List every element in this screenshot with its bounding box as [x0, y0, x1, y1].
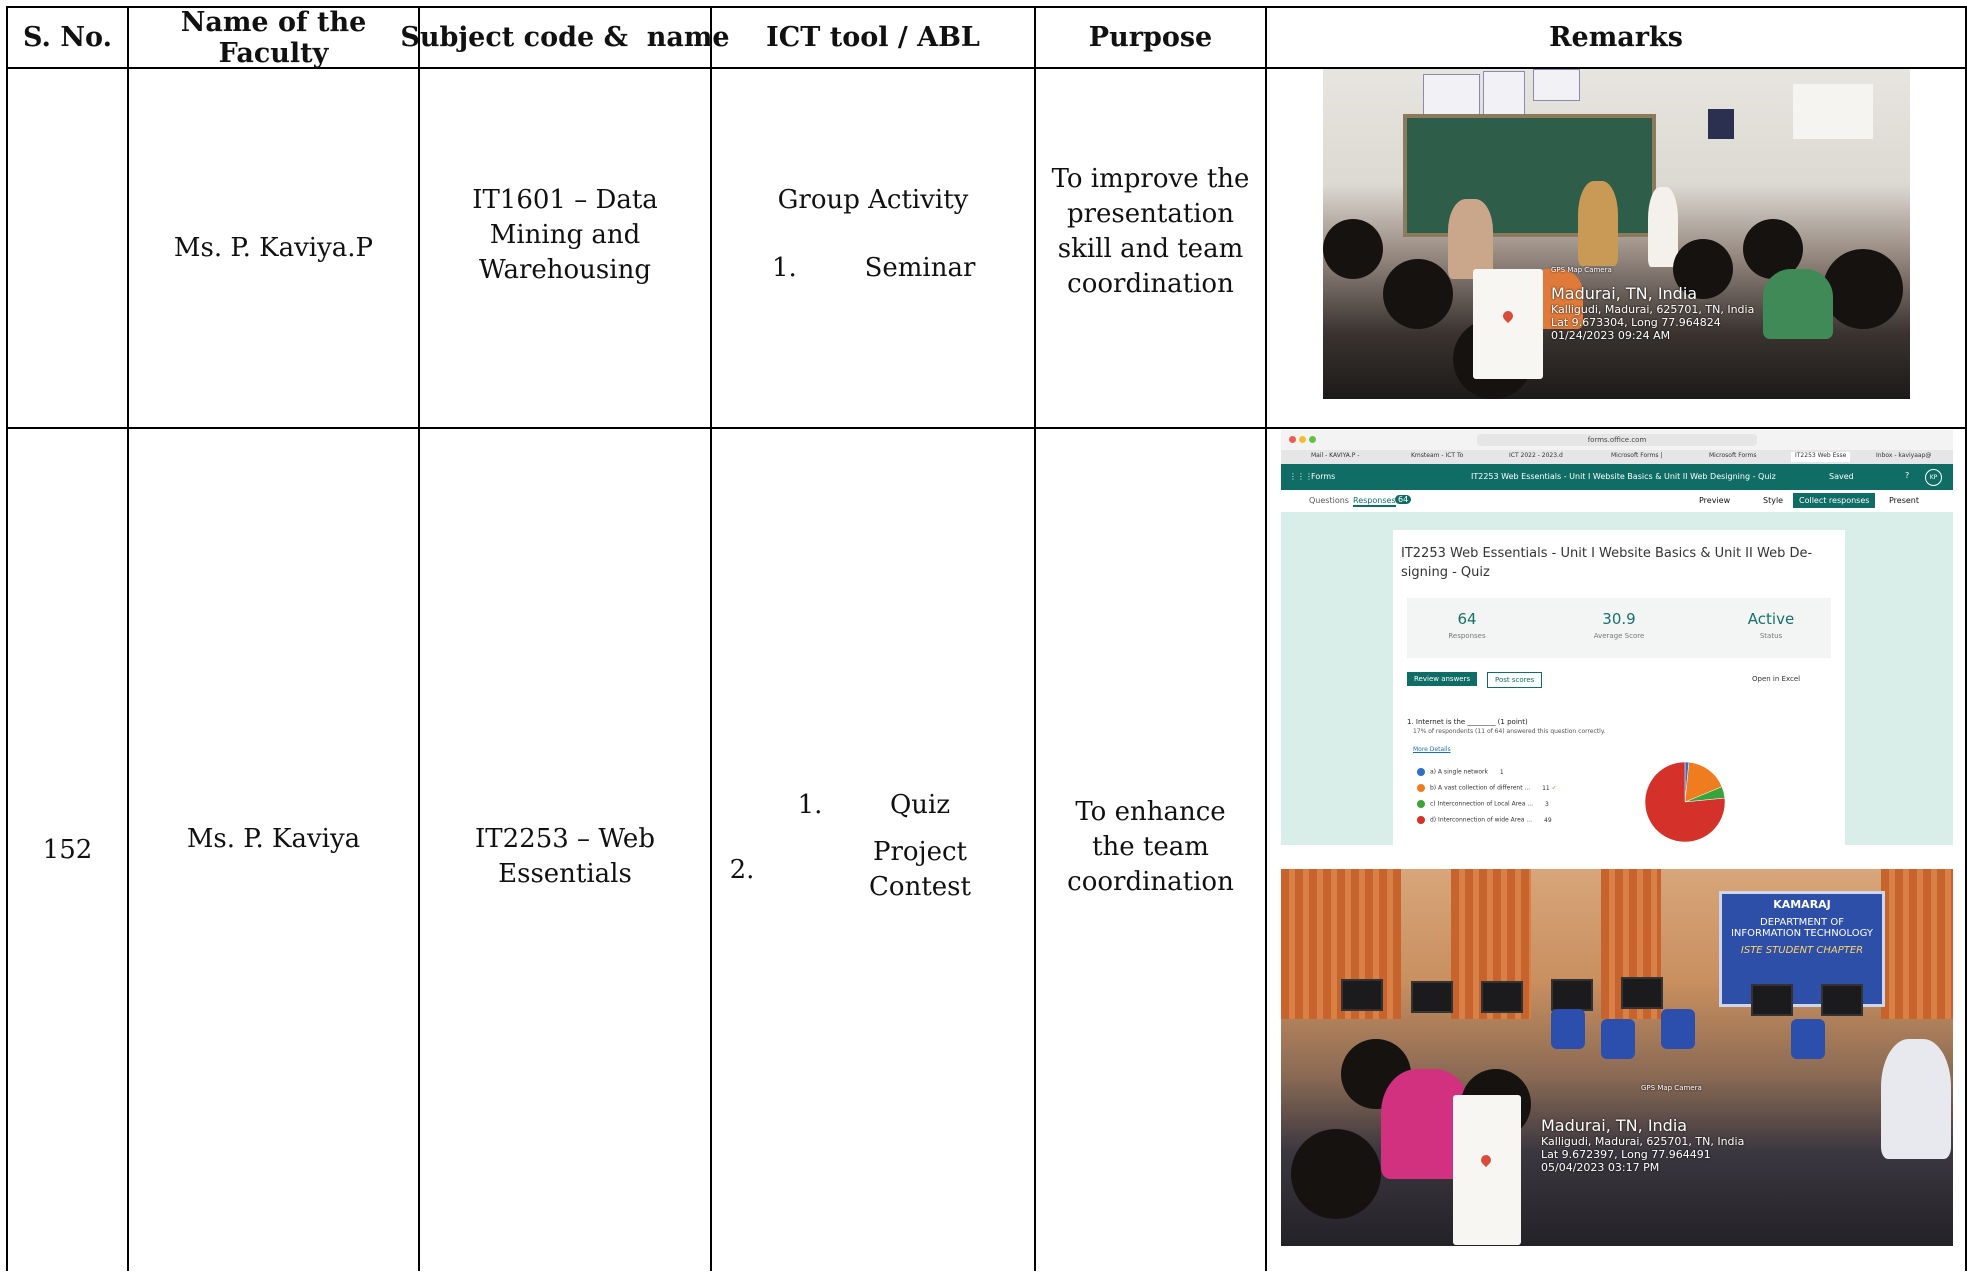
app-launcher-icon[interactable]: ⋮⋮⋮	[1289, 472, 1313, 481]
preview-button[interactable]: Preview	[1699, 496, 1730, 505]
geotag-coords: Lat 9.673304, Long 77.964824	[1551, 316, 1721, 329]
answer-option: d) Interconnection of wide Area ... 49	[1417, 816, 1552, 824]
geotag-address: Kalligudi, Madurai, 625701, TN, India	[1541, 1135, 1745, 1148]
table-border	[1265, 6, 1267, 1271]
ict-item-number: 1.	[797, 789, 823, 820]
legend-dot	[1417, 768, 1425, 776]
geotag-datetime: 05/04/2023 03:17 PM	[1541, 1161, 1660, 1174]
browser-toolbar: forms.office.com	[1281, 430, 1953, 451]
geotag-city: Madurai, TN, India	[1541, 1116, 1688, 1135]
serial-number: 152	[42, 834, 93, 865]
ict-item-label: Seminar	[864, 252, 976, 283]
answer-option: a) A single network 1	[1417, 768, 1504, 776]
legend-dot	[1417, 800, 1425, 808]
review-answers-button[interactable]: Review answers	[1407, 672, 1478, 686]
forms-subbar: Questions Responses 64 Preview Style Col…	[1281, 490, 1953, 512]
browser-tab[interactable]: Mail - KAVIYA.P -	[1311, 452, 1359, 462]
geotag-coords: Lat 9.672397, Long 77.964491	[1541, 1148, 1711, 1161]
tab-questions[interactable]: Questions	[1309, 496, 1349, 505]
map-pin-icon	[1500, 308, 1516, 324]
browser-tab[interactable]: Microsoft Forms	[1709, 452, 1756, 462]
answer-option: b) A vast collection of different ... 11…	[1417, 784, 1557, 792]
header-purpose: Purpose	[1088, 22, 1213, 53]
stat-label: Average Score	[1593, 632, 1645, 640]
faculty-name: Ms. P. Kaviya.P	[173, 232, 374, 263]
stat-value: 30.9	[1602, 610, 1636, 628]
table-border	[418, 6, 420, 1271]
forms-quiz-screenshot: forms.office.com Mail - KAVIYA.P - Kmste…	[1281, 430, 1953, 845]
form-title: IT2253 Web Essentials - Unit I Website B…	[1401, 546, 1813, 580]
style-button[interactable]: Style	[1763, 496, 1783, 505]
subject-name: IT2253 – Web Essentials	[475, 823, 655, 889]
question-text: 1. Internet is the ________ (1 point)	[1407, 718, 1528, 726]
quiz-summary-card: IT2253 Web Essentials - Unit I Website B…	[1393, 530, 1845, 845]
browser-tab[interactable]: Inbox - kaviyaap@	[1876, 452, 1931, 462]
subject-name: IT1601 – Data Mining and Warehousing	[472, 185, 658, 285]
form-doc-title: IT2253 Web Essentials - Unit I Website B…	[1471, 472, 1776, 481]
answer-option: c) Interconnection of Local Area ... 3	[1417, 800, 1549, 808]
ict-item-number: 2.	[729, 854, 755, 885]
map-thumbnail	[1453, 1095, 1521, 1245]
header-remarks: Remarks	[1549, 22, 1683, 53]
stat-label: Responses	[1448, 632, 1486, 640]
stats-panel: 64 Responses 30.9 Average Score Active Stat…	[1407, 598, 1831, 658]
present-button[interactable]: Present	[1889, 496, 1919, 505]
seminar-classroom-photo: GPS Map Camera Madurai, TN, India Kallig…	[1323, 69, 1910, 399]
stat-value: 64	[1457, 610, 1477, 628]
open-in-excel-button[interactable]: Open in Excel	[1745, 672, 1807, 686]
header-subject: Subject code & name	[400, 22, 730, 53]
avatar[interactable]: KP	[1925, 469, 1942, 486]
purpose-text: To enhance the team coordination	[1067, 796, 1234, 897]
project-contest-lab-photo: KAMARAJ DEPARTMENT OF INFORMATION TECHNO…	[1281, 869, 1953, 1246]
stat-value: Active	[1747, 610, 1795, 628]
header-sno: S. No.	[23, 22, 112, 53]
browser-tabs: Mail - KAVIYA.P - Kmsteam - ICT To ICT 2…	[1281, 450, 1953, 464]
more-details-link[interactable]: More Details	[1413, 746, 1451, 753]
ict-item-label: Project Contest	[869, 837, 971, 902]
browser-tab[interactable]: ICT 2022 - 2023.d	[1509, 452, 1563, 462]
app-name[interactable]: Forms	[1311, 472, 1335, 481]
post-scores-button[interactable]: Post scores	[1487, 672, 1543, 688]
browser-tab[interactable]: Microsoft Forms |	[1611, 452, 1662, 462]
browser-tab[interactable]: Kmsteam - ICT To	[1411, 452, 1463, 462]
legend-dot	[1417, 816, 1425, 824]
map-pin-icon	[1478, 1152, 1494, 1168]
responses-badge: 64	[1395, 495, 1412, 504]
question-note: 17% of respondents (11 of 64) answered t…	[1413, 728, 1606, 735]
header-ict-tool: ICT tool / ABL	[766, 22, 980, 53]
map-thumbnail	[1473, 269, 1543, 379]
url-bar[interactable]: forms.office.com	[1477, 434, 1757, 446]
collect-responses-button[interactable]: Collect responses	[1793, 493, 1876, 508]
ict-tool-title: Group Activity	[777, 184, 969, 215]
check-icon: ✓	[1551, 784, 1557, 792]
ict-item-number: 1.	[772, 252, 797, 283]
help-icon[interactable]: ?	[1905, 471, 1909, 480]
faculty-name: Ms. P. Kaviya	[186, 823, 361, 854]
forms-header: ⋮⋮⋮ Forms IT2253 Web Essentials - Unit I…	[1281, 464, 1953, 490]
gps-app-label: GPS Map Camera	[1641, 1084, 1702, 1092]
ict-item-label: Quiz	[889, 789, 951, 820]
gps-app-label: GPS Map Camera	[1551, 266, 1612, 274]
tab-responses[interactable]: Responses	[1353, 496, 1396, 507]
browser-tab-active[interactable]: IT2253 Web Esse	[1791, 452, 1851, 462]
legend-dot	[1417, 784, 1425, 792]
responses-pie-chart	[1644, 761, 1726, 843]
geotag-address: Kalligudi, Madurai, 625701, TN, India	[1551, 303, 1755, 316]
header-faculty: Name of the Faculty	[180, 6, 367, 69]
geotag-datetime: 01/24/2023 09:24 AM	[1551, 329, 1671, 342]
stat-label: Status	[1759, 632, 1783, 640]
saved-status: Saved	[1829, 472, 1854, 481]
purpose-text: To improve the presentation skill and te…	[1051, 163, 1250, 299]
geotag-city: Madurai, TN, India	[1551, 284, 1698, 303]
